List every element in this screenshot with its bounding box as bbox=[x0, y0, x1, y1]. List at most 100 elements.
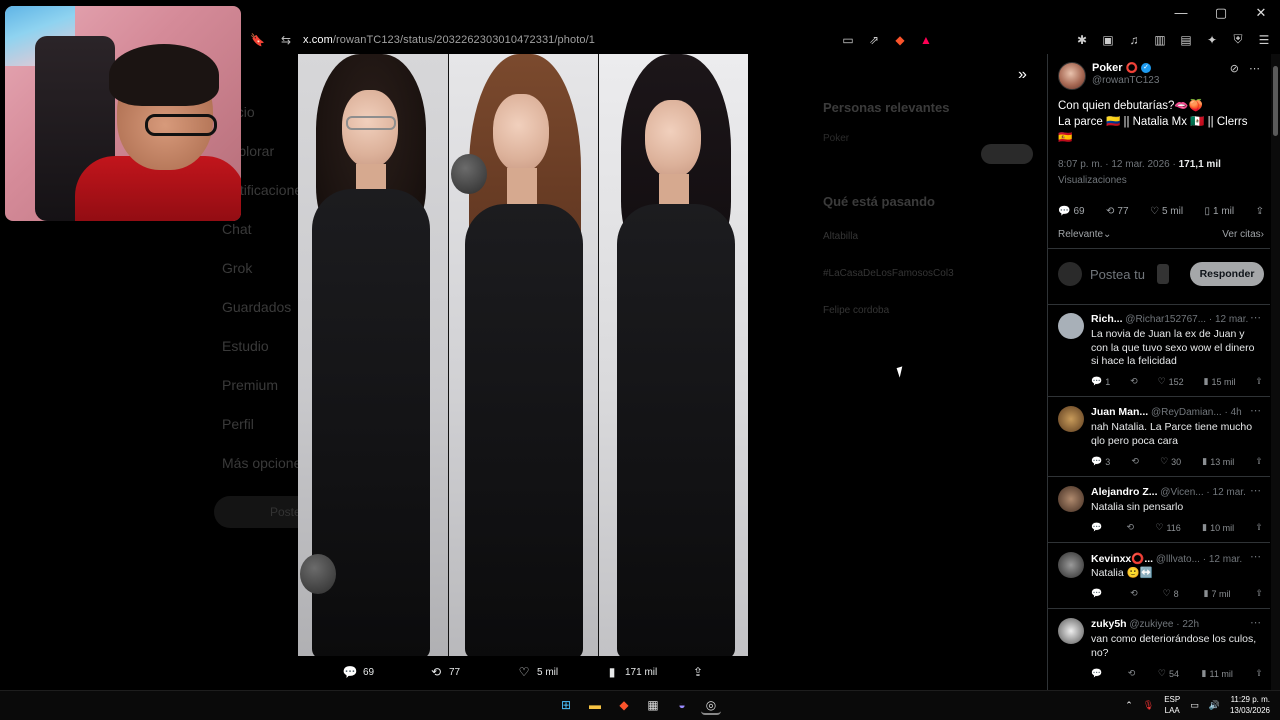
wallet-icon[interactable]: ▤ bbox=[1178, 33, 1194, 47]
comment-like-button[interactable]: ♡ 54 bbox=[1158, 668, 1179, 679]
comment-time: · 22h bbox=[1176, 619, 1200, 630]
more-options-icon[interactable]: ⋯ bbox=[1250, 616, 1261, 629]
comment-like-count: 30 bbox=[1171, 456, 1182, 467]
tweet-reply-button[interactable]: 💬 69 bbox=[1058, 206, 1085, 217]
comment-views-button[interactable]: ▮ 7 mil bbox=[1204, 588, 1231, 599]
brave-shields-icon[interactable]: ◆ bbox=[892, 33, 908, 47]
tweet-like-button[interactable]: ♡ 5 mil bbox=[1150, 206, 1183, 217]
tab-search-icon[interactable]: ▣ bbox=[1100, 33, 1116, 47]
photo-views-button[interactable]: ▮ 171 mil bbox=[604, 665, 658, 679]
comment-like-button[interactable]: ♡ 8 bbox=[1163, 588, 1179, 599]
bookmark-icon[interactable]: 🔖 bbox=[250, 33, 265, 47]
comment-views-button[interactable]: ▮ 11 mil bbox=[1202, 668, 1233, 679]
store-icon[interactable]: ▦ bbox=[643, 695, 663, 715]
url-text[interactable]: x.com/rowanTC123/status/2032262303010472… bbox=[303, 34, 595, 46]
reply-media-icon[interactable] bbox=[1156, 264, 1169, 284]
leo-ai-icon[interactable]: ✦ bbox=[1204, 33, 1220, 47]
tweet-timestamp[interactable]: 8:07 p. m. · 12 mar. 2026 · bbox=[1058, 159, 1179, 170]
comment-repost-button[interactable]: ⟲ bbox=[1130, 588, 1138, 599]
comment-avatar[interactable] bbox=[1058, 618, 1084, 644]
comment-repost-button[interactable]: ⟲ bbox=[1130, 376, 1138, 387]
comment-avatar[interactable] bbox=[1058, 313, 1084, 339]
windows-start-icon[interactable]: ⊞ bbox=[556, 695, 576, 715]
comment-avatar[interactable] bbox=[1058, 486, 1084, 512]
network-icon[interactable]: ▭ bbox=[1190, 700, 1199, 711]
gamepad-icon[interactable]: ◒ bbox=[672, 695, 692, 715]
comment-share-button[interactable]: ⇪ bbox=[1255, 588, 1263, 599]
more-options-icon[interactable]: ⋯ bbox=[1250, 550, 1261, 563]
tweet-share-button[interactable]: ⇪ bbox=[1256, 206, 1264, 217]
tray-overflow-icon[interactable]: ⌃ bbox=[1125, 700, 1133, 711]
menu-icon[interactable]: ☰ bbox=[1256, 33, 1272, 47]
file-explorer-icon[interactable]: ▬ bbox=[585, 695, 605, 715]
more-options-icon[interactable]: ⋯ bbox=[1249, 62, 1260, 75]
comment-reply-button[interactable]: 💬 1 bbox=[1091, 376, 1110, 387]
obs-icon[interactable]: ◎ bbox=[701, 695, 721, 715]
comment-share-button[interactable]: ⇪ bbox=[1255, 668, 1263, 679]
comment-views-button[interactable]: ▮ 10 mil bbox=[1202, 522, 1234, 533]
maximize-button[interactable]: ▢ bbox=[1214, 5, 1228, 21]
author-avatar[interactable] bbox=[1058, 62, 1086, 90]
photo-reply-button[interactable]: 💬 69 bbox=[342, 665, 375, 679]
extensions-icon[interactable]: ✱ bbox=[1074, 33, 1090, 47]
tweet-repost-button[interactable]: ⟲ 77 bbox=[1106, 206, 1129, 217]
share-icon[interactable]: ⇗ bbox=[866, 33, 882, 47]
comment-repost-button[interactable]: ⟲ bbox=[1131, 456, 1139, 467]
comment-repost-button[interactable]: ⟲ bbox=[1128, 668, 1136, 679]
photo-repost-button[interactable]: ⟲ 77 bbox=[428, 665, 460, 679]
tweet-bookmark-button[interactable]: ▯ 1 mil bbox=[1205, 206, 1235, 217]
view-quotes-link[interactable]: Ver citas› bbox=[1222, 229, 1264, 240]
comment-reply-button[interactable]: 💬 bbox=[1091, 522, 1105, 533]
comment-views-button[interactable]: ▮ 15 mil bbox=[1204, 376, 1236, 387]
author-name-row[interactable]: Poker ⭕ ✓ bbox=[1092, 62, 1159, 74]
more-options-icon[interactable]: ⋯ bbox=[1250, 311, 1261, 324]
comment-reply-button[interactable]: 💬 bbox=[1091, 588, 1105, 599]
more-options-icon[interactable]: ⋯ bbox=[1250, 404, 1261, 417]
comment-repost-button[interactable]: ⟲ bbox=[1127, 522, 1135, 533]
comment-reply-button[interactable]: 💬 3 bbox=[1091, 456, 1110, 467]
close-window-button[interactable]: ✕ bbox=[1254, 5, 1268, 21]
volume-icon[interactable]: 🔊 bbox=[1209, 700, 1220, 711]
clock[interactable]: 11:29 p. m. 13/03/2026 bbox=[1230, 694, 1270, 716]
comment-share-button[interactable]: ⇪ bbox=[1255, 376, 1263, 387]
sort-dropdown[interactable]: Relevante⌄ bbox=[1058, 229, 1111, 240]
comment-author[interactable]: Juan Man... bbox=[1091, 406, 1148, 418]
comment-like-button[interactable]: ♡ 152 bbox=[1158, 376, 1184, 387]
scrollbar[interactable] bbox=[1271, 54, 1280, 690]
comment-like-button[interactable]: ♡ 116 bbox=[1155, 522, 1180, 533]
reply-input[interactable]: Postea tu bbox=[1090, 267, 1145, 282]
comment-text: nah Natalia. La Parce tiene mucho qlo pe… bbox=[1091, 421, 1253, 447]
music-icon[interactable]: ♫ bbox=[1126, 33, 1142, 47]
comment-author[interactable]: Rich... bbox=[1091, 313, 1123, 325]
site-settings-icon[interactable]: ⇆ bbox=[281, 33, 291, 47]
comment-share-button[interactable]: ⇪ bbox=[1255, 456, 1263, 467]
more-options-icon[interactable]: ⋯ bbox=[1250, 484, 1261, 497]
brave-browser-icon[interactable]: ◆ bbox=[614, 695, 634, 715]
brave-rewards-icon[interactable]: ▲ bbox=[918, 33, 934, 47]
tweet-photo[interactable] bbox=[298, 54, 749, 656]
minimize-button[interactable]: — bbox=[1174, 5, 1188, 21]
reply-button[interactable]: Responder bbox=[1190, 262, 1264, 286]
comment-author[interactable]: Alejandro Z... bbox=[1091, 486, 1158, 498]
grok-icon[interactable]: ⊘ bbox=[1230, 62, 1239, 75]
scrollbar-thumb[interactable] bbox=[1273, 66, 1278, 136]
language-indicator[interactable]: ESP LAA bbox=[1164, 694, 1180, 716]
comment-views-button[interactable]: ▮ 13 mil bbox=[1202, 456, 1234, 467]
comment-author[interactable]: zuky5h bbox=[1091, 618, 1127, 630]
microphone-icon[interactable]: 🎙 bbox=[1143, 700, 1154, 711]
tweet-author[interactable]: Poker ⭕ ✓ @rowanTC123 bbox=[1058, 62, 1159, 90]
vpn-icon[interactable]: ⛨ bbox=[1230, 32, 1246, 47]
collapse-panel-icon[interactable]: » bbox=[1018, 66, 1027, 84]
comment-share-button[interactable]: ⇪ bbox=[1255, 522, 1263, 533]
photo-share-button[interactable]: ⇪ bbox=[690, 665, 706, 679]
comment-author[interactable]: Kevinxx⭕... bbox=[1091, 553, 1153, 565]
comment-reply-button[interactable]: 💬 bbox=[1091, 668, 1105, 679]
comment-like-button[interactable]: ♡ 30 bbox=[1160, 456, 1181, 467]
author-handle[interactable]: @rowanTC123 bbox=[1092, 75, 1159, 86]
photo-like-button[interactable]: ♡ 5 mil bbox=[516, 665, 559, 679]
comment-avatar[interactable] bbox=[1058, 406, 1084, 432]
comment-avatar[interactable] bbox=[1058, 552, 1084, 578]
sidebar-icon[interactable]: ▥ bbox=[1152, 33, 1168, 47]
address-bar[interactable]: 🔖 ⇆ x.com/rowanTC123/status/203226230301… bbox=[242, 28, 1280, 52]
cast-icon[interactable]: ▭ bbox=[840, 33, 856, 47]
